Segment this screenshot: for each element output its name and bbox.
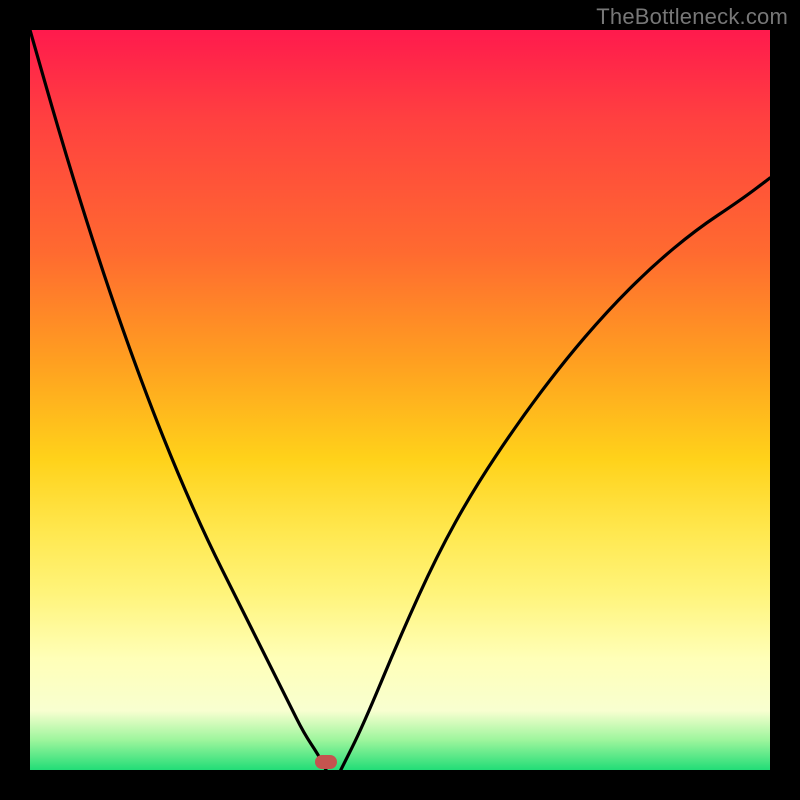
watermark-text: TheBottleneck.com [596, 4, 788, 30]
plot-area [30, 30, 770, 770]
bottleneck-curve [30, 30, 770, 770]
chart-frame: TheBottleneck.com [0, 0, 800, 800]
minimum-marker [315, 755, 337, 769]
